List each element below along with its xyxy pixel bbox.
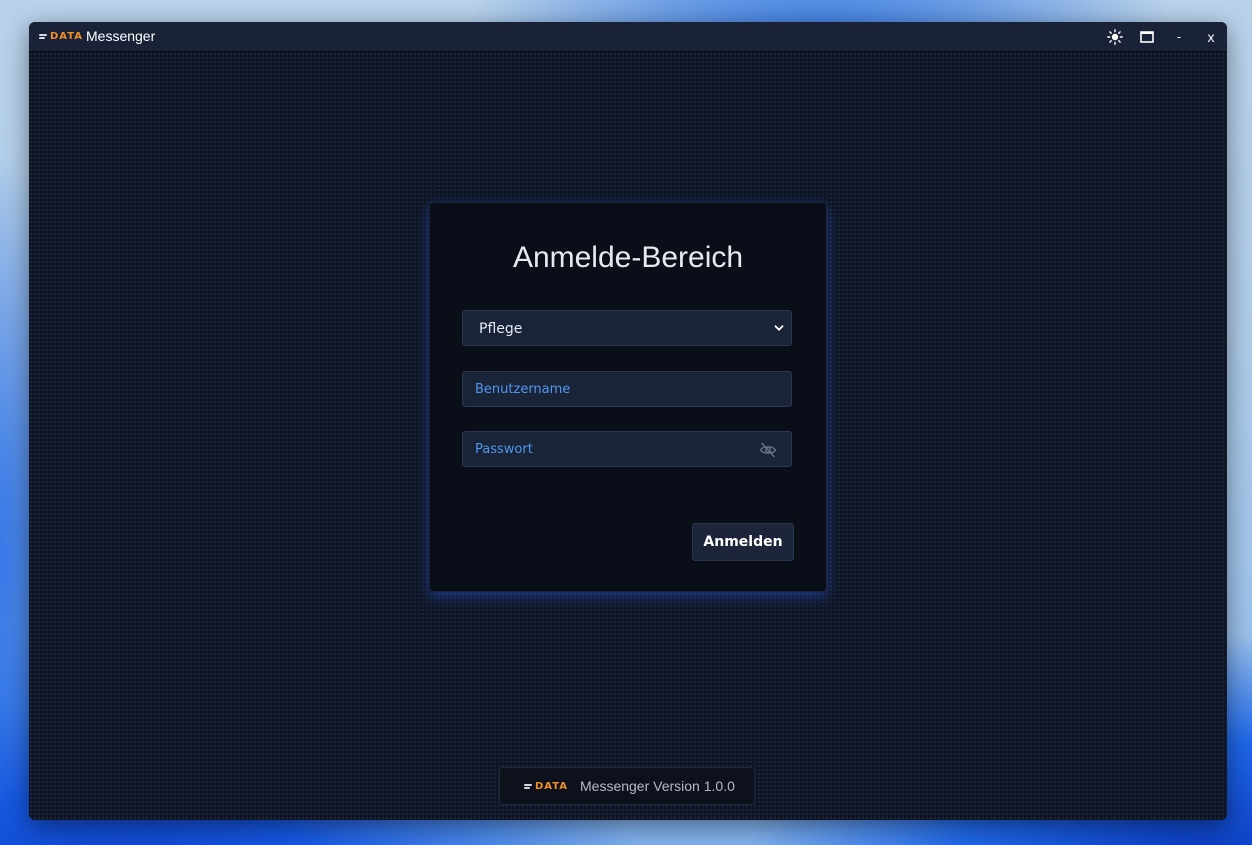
- chevron-down-icon: [774, 325, 784, 331]
- maximize-icon: [1140, 30, 1154, 43]
- footer-logo: DATA: [524, 772, 568, 800]
- minimize-button[interactable]: -: [1163, 22, 1195, 51]
- footer-logo-text: DATA: [535, 780, 569, 792]
- logo-mark-icon: [524, 783, 533, 790]
- area-select[interactable]: Pflege: [462, 310, 792, 346]
- sun-icon: [1107, 28, 1123, 45]
- password-input[interactable]: [463, 432, 791, 466]
- theme-toggle-button[interactable]: [1099, 22, 1131, 51]
- main-content: Anmelde-Bereich Pflege Anmelden: [29, 52, 1227, 820]
- title-bar[interactable]: DATA Messenger - x: [29, 22, 1227, 52]
- login-button[interactable]: Anmelden: [692, 523, 794, 561]
- app-window: DATA Messenger - x Anmelde-Bereich Pfleg…: [29, 22, 1227, 820]
- eye-off-icon[interactable]: [759, 442, 777, 458]
- close-button[interactable]: x: [1195, 22, 1227, 51]
- username-field: [462, 371, 792, 407]
- version-text: Messenger Version 1.0.0: [580, 778, 735, 794]
- maximize-button[interactable]: [1131, 22, 1163, 51]
- app-title: Messenger: [86, 28, 156, 44]
- app-logo: DATA: [39, 22, 83, 51]
- logo-text: DATA: [50, 31, 84, 42]
- area-select-value: Pflege: [479, 321, 523, 337]
- username-input[interactable]: [463, 372, 791, 406]
- version-footer: DATA Messenger Version 1.0.0: [499, 767, 755, 805]
- login-card: Anmelde-Bereich Pflege Anmelden: [429, 202, 827, 592]
- window-controls: - x: [1099, 22, 1227, 51]
- password-field: [462, 431, 792, 467]
- logo-mark-icon: [39, 33, 48, 40]
- login-title: Anmelde-Bereich: [512, 241, 744, 274]
